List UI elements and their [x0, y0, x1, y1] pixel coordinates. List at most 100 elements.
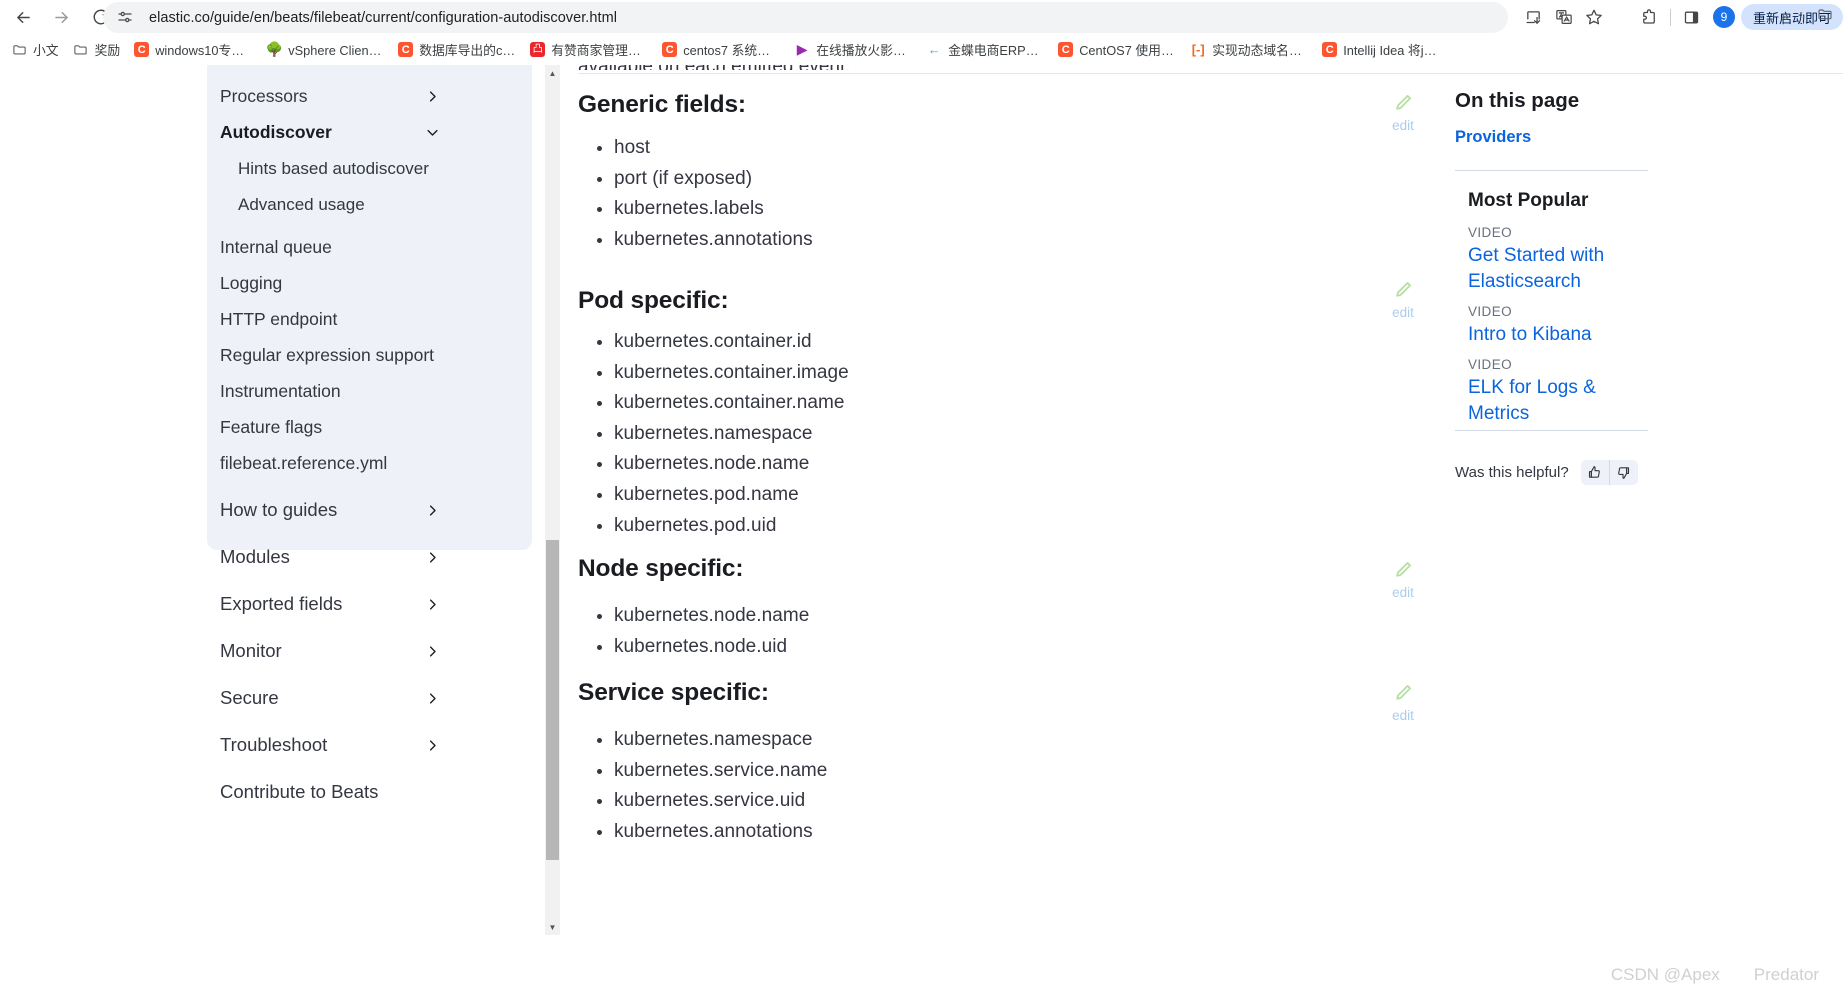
field-item: port (if exposed) — [614, 164, 813, 195]
bookmark-item-10[interactable]: [-] 实现动态域名解析D... — [1183, 37, 1315, 62]
chevron-right-icon[interactable] — [424, 549, 440, 565]
chevron-right-icon[interactable] — [424, 502, 440, 518]
bookmark-item-8[interactable]: ← 金蝶电商ERP_满足... — [919, 37, 1051, 62]
sidebar-item-advanced-usage[interactable]: Advanced usage — [0, 184, 552, 226]
profile-avatar[interactable]: 9 — [1712, 6, 1735, 28]
sidebar-item-how-to-guides[interactable]: How to guides — [0, 489, 552, 531]
back-button[interactable] — [6, 0, 40, 34]
thumbs-down-icon[interactable] — [1610, 460, 1638, 485]
address-bar[interactable]: elastic.co/guide/en/beats/filebeat/curre… — [103, 2, 1508, 33]
most-popular-link-1[interactable]: Intro to Kibana — [1468, 322, 1648, 348]
bookmarks-bar: 小文 奖励 Cwindows10专业版... 🌳 vSphere Client 全...… — [0, 34, 1843, 65]
tree-icon: 🌳 — [265, 41, 283, 57]
install-icon[interactable] — [1519, 0, 1549, 34]
most-popular-kind-1: VIDEO — [1468, 304, 1513, 319]
sidebar-item-label: HTTP endpoint — [220, 308, 338, 329]
bookmark-label: 小文 — [33, 43, 59, 58]
sidebar-item-label: Advanced usage — [238, 195, 365, 214]
side-panel-icon[interactable] — [1677, 0, 1707, 34]
csdn-icon: C — [1322, 42, 1338, 57]
most-popular-kind-2: VIDEO — [1468, 357, 1513, 372]
page-scrollbar-thumb[interactable] — [546, 540, 559, 860]
sidebar-item-modules[interactable]: Modules — [0, 536, 552, 578]
forward-button[interactable] — [44, 0, 78, 34]
rail-divider-1 — [1455, 170, 1648, 171]
section-heading-3: Service specific: — [578, 679, 769, 706]
chevron-right-icon[interactable] — [424, 643, 440, 659]
csdn-icon: C — [134, 42, 150, 57]
chevron-right-icon[interactable] — [424, 737, 440, 753]
bookmark-item-9[interactable]: C CentOS7 使用yum... — [1051, 37, 1183, 62]
bookmark-item-6[interactable]: Ccentos7 系统下 my... — [655, 37, 787, 62]
watermark-left: CSDN @Apex — [1610, 965, 1720, 984]
chevron-down-icon[interactable] — [424, 124, 440, 140]
bookmark-label: 数据库导出的csv文... — [419, 43, 516, 58]
edit-label: edit — [1392, 708, 1414, 723]
bookmark-star-icon[interactable] — [1579, 0, 1609, 34]
chevron-right-icon[interactable] — [424, 690, 440, 706]
bookmark-item-2[interactable]: Cwindows10专业版... — [127, 37, 259, 62]
sidebar-item-secure[interactable]: Secure — [0, 677, 552, 719]
bookmark-item-5[interactable]: 凸有赞商家管理后台... — [523, 37, 655, 62]
sidebar-item-label: Monitor — [220, 640, 282, 661]
sidebar-item-filebeat-reference-yml[interactable]: filebeat.reference.yml — [0, 442, 552, 484]
bookmark-item-3[interactable]: 🌳 vSphere Client 全... — [259, 37, 391, 62]
chevron-right-icon[interactable] — [424, 88, 440, 104]
chevron-right-icon[interactable] — [424, 596, 440, 612]
sidebar-item-label: Modules — [220, 546, 290, 567]
sidebar-item-label: filebeat.reference.yml — [220, 452, 388, 473]
bookmark-item-4[interactable]: C 数据库导出的csv文... — [391, 37, 523, 62]
watermark: CSDN @Apex Predator — [1611, 965, 1819, 985]
most-popular-link-0[interactable]: Get Started with Elasticsearch — [1468, 243, 1648, 295]
bookmark-label: 奖励 — [94, 43, 121, 58]
on-this-page-link-providers[interactable]: Providers — [1455, 128, 1531, 147]
edit-link-1[interactable]: edit — [1385, 280, 1421, 320]
kingdee-icon: ← — [927, 42, 941, 57]
field-item: kubernetes.container.name — [614, 388, 849, 419]
bookmarks-overflow-button[interactable]: » — [1773, 4, 1797, 28]
bookmark-label: 金蝶电商ERP_满足... — [948, 43, 1045, 58]
scrollbar-down-arrow[interactable]: ▼ — [546, 919, 559, 935]
helpful-label: Was this helpful? — [1455, 464, 1569, 481]
field-item: kubernetes.service.uid — [614, 786, 827, 817]
sidebar-item-autodiscover[interactable]: Autodiscover — [0, 111, 552, 153]
edit-label: edit — [1392, 118, 1414, 133]
sidebar-item-monitor[interactable]: Monitor — [0, 630, 552, 672]
field-item: kubernetes.namespace — [614, 725, 827, 756]
sidebar-item-label: Autodiscover — [220, 121, 332, 142]
sidebar-item-label: Troubleshoot — [220, 734, 328, 755]
sidebar-item-label: Regular expression support — [220, 344, 435, 365]
helpful-button-group — [1580, 460, 1638, 485]
edit-label: edit — [1392, 305, 1414, 320]
most-popular-link-2[interactable]: ELK for Logs & Metrics — [1468, 375, 1648, 427]
field-item: host — [614, 133, 813, 164]
site-settings-icon[interactable] — [116, 8, 136, 28]
thumbs-up-icon[interactable] — [1581, 460, 1609, 485]
bookmark-item-7[interactable]: ▶ 在线播放火影忍者-... — [787, 37, 919, 62]
field-item: kubernetes.annotations — [614, 225, 813, 256]
field-item: kubernetes.node.name — [614, 449, 849, 480]
bookmark-label: 在线播放火影忍者-... — [816, 43, 912, 58]
field-item: kubernetes.container.image — [614, 358, 849, 389]
bookmark-folder-icon[interactable] — [1817, 6, 1833, 27]
toolbar-divider-2 — [1669, 8, 1671, 26]
bookmark-item-11[interactable]: C Intellij Idea 将java... — [1315, 37, 1447, 62]
sidebar-item-contribute-to-beats[interactable]: Contribute to Beats — [0, 771, 552, 813]
bookmark-label: vSphere Client 全... — [288, 43, 384, 58]
extensions-icon[interactable] — [1634, 0, 1664, 34]
translate-icon[interactable] — [1549, 0, 1579, 34]
bookmark-label: windows10专业版... — [155, 43, 252, 58]
section-heading-1: Pod specific: — [578, 287, 729, 314]
edit-link-3[interactable]: edit — [1385, 683, 1421, 723]
bookmark-item-0[interactable]: 小文 — [4, 37, 66, 62]
edit-link-2[interactable]: edit — [1385, 560, 1421, 600]
scrollbar-up-arrow[interactable]: ▲ — [546, 65, 559, 81]
sidebar-item-label: Feature flags — [220, 416, 323, 437]
bookmark-label: CentOS7 使用yum... — [1079, 43, 1176, 58]
sidebar-item-exported-fields[interactable]: Exported fields — [0, 583, 552, 625]
field-item: kubernetes.node.name — [614, 601, 809, 632]
sidebar-item-troubleshoot[interactable]: Troubleshoot — [0, 724, 552, 766]
sidebar-item-label: Logging — [220, 272, 283, 293]
bookmark-item-1[interactable]: 奖励 — [66, 37, 128, 62]
edit-link-0[interactable]: edit — [1385, 93, 1421, 133]
